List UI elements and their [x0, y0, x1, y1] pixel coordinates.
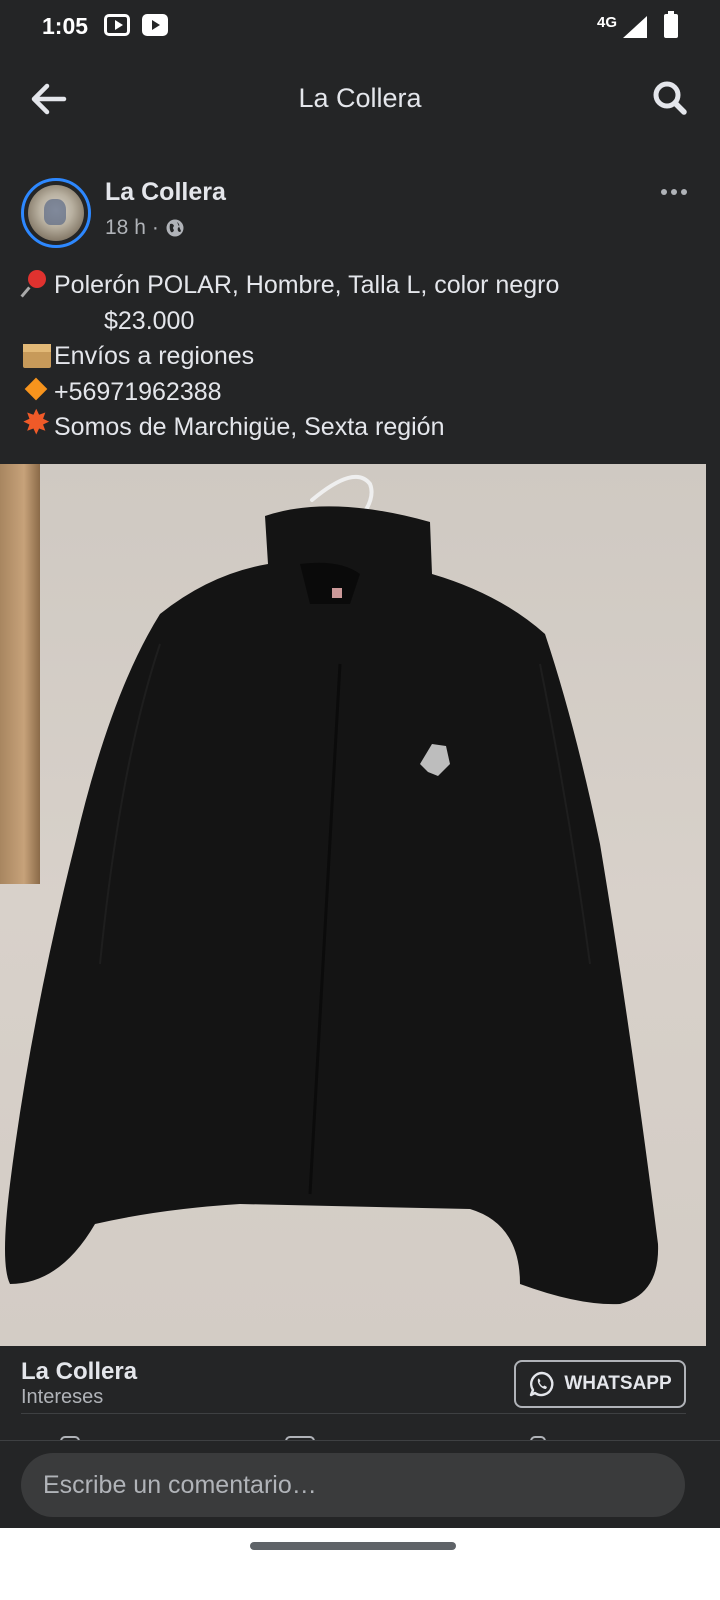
youtube-outline-icon: [104, 14, 130, 36]
search-button[interactable]: [648, 76, 694, 122]
status-bar: 1:05 4G: [0, 0, 720, 56]
signal-icon: [623, 16, 647, 38]
post-meta: 18 h ·: [105, 216, 185, 240]
app-header: La Collera: [0, 56, 720, 142]
card-subtitle: Intereses: [21, 1386, 104, 1408]
more-dot-icon: [671, 189, 677, 195]
status-time: 1:05: [42, 13, 89, 39]
avatar[interactable]: [21, 178, 91, 248]
post-author[interactable]: La Collera: [105, 178, 226, 207]
more-options-button[interactable]: [656, 182, 692, 202]
whatsapp-icon: [530, 1371, 554, 1397]
link-card[interactable]: La Collera Intereses WHATSAPP: [0, 1346, 720, 1440]
card-title: La Collera: [21, 1358, 138, 1385]
pushpin-icon: [20, 268, 54, 298]
network-type: 4G: [597, 14, 618, 31]
post-line-phone: +56971962388: [20, 375, 700, 411]
home-gesture-handle[interactable]: [250, 1542, 456, 1550]
post-text: Polerón POLAR, Hombre, Talla L, color ne…: [20, 268, 700, 446]
post-photo[interactable]: [0, 464, 706, 1346]
more-dot-icon: [681, 189, 687, 195]
comment-bar: [0, 1440, 720, 1528]
jacket-photo: [5, 474, 659, 1305]
battery-icon: [664, 11, 678, 38]
post-header: La Collera 18 h ·: [0, 170, 720, 250]
post-line-location: Somos de Marchigüe, Sexta región: [20, 406, 700, 446]
whatsapp-button[interactable]: WHATSAPP: [514, 1360, 686, 1408]
more-dot-icon: [661, 189, 667, 195]
post-line-price: $23.000: [104, 306, 195, 335]
post-line-shipping: Envíos a regiones: [20, 339, 700, 375]
page-logo: [28, 185, 84, 241]
package-icon: [20, 339, 54, 369]
collision-icon: [20, 406, 54, 440]
youtube-icon: [142, 14, 168, 36]
search-icon: [653, 81, 687, 115]
divider: [21, 1413, 686, 1414]
comment-input[interactable]: [21, 1453, 685, 1517]
page-title: La Collera: [298, 83, 422, 113]
orange-diamond-icon: [20, 375, 54, 405]
post-time[interactable]: 18 h: [105, 216, 146, 240]
system-nav-bar: [0, 1528, 720, 1600]
post-line-title: Polerón POLAR, Hombre, Talla L, color ne…: [20, 268, 700, 304]
globe-icon: [166, 219, 184, 237]
whatsapp-button-label: WHATSAPP: [564, 1373, 672, 1394]
meta-separator: ·: [151, 216, 159, 239]
